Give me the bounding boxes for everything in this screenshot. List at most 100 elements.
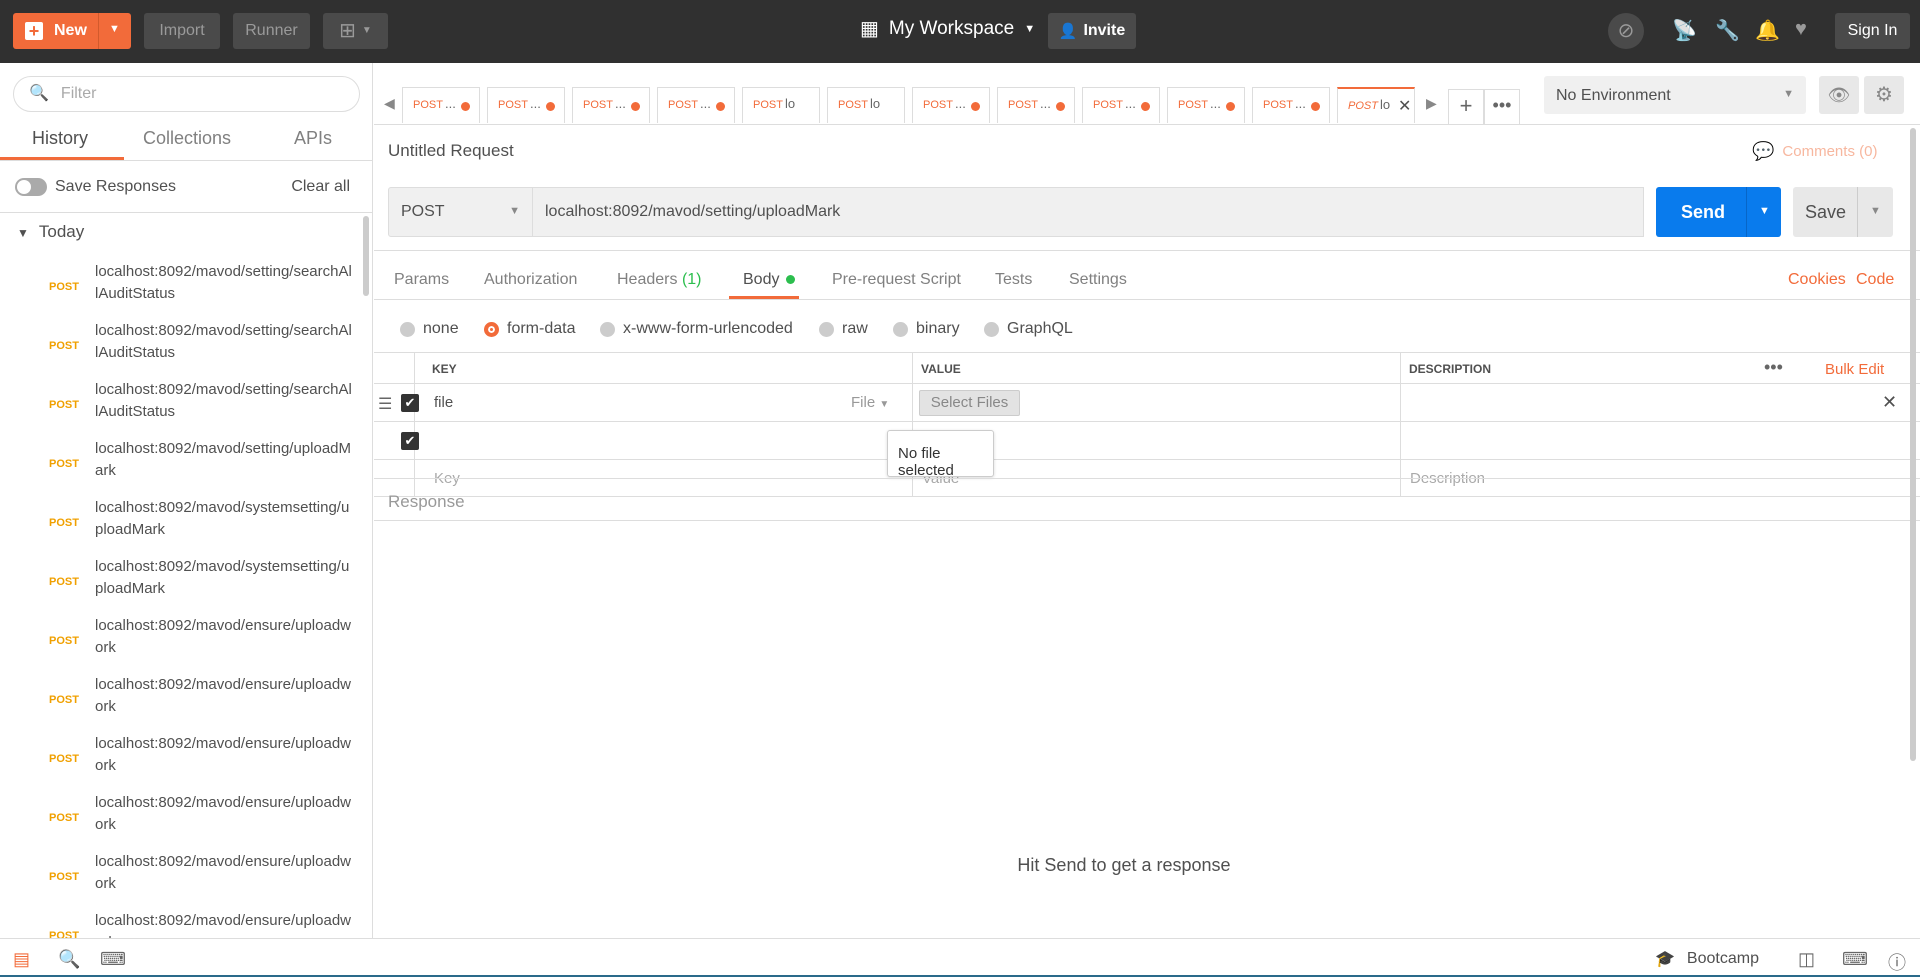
body-mode-urlencoded[interactable]: x-www-form-urlencoded bbox=[600, 320, 793, 338]
body-mode-binary[interactable]: binary bbox=[893, 320, 960, 338]
cookies-link[interactable]: Cookies bbox=[1788, 271, 1846, 289]
bulk-edit-link[interactable]: Bulk Edit bbox=[1825, 361, 1884, 378]
tab-settings[interactable]: Settings bbox=[1069, 271, 1127, 289]
history-group-today[interactable]: ▼ Today bbox=[17, 222, 84, 242]
request-tab[interactable]: POST... bbox=[1082, 87, 1160, 123]
close-icon[interactable]: ✕ bbox=[1882, 392, 1897, 413]
sign-in-button[interactable]: Sign In bbox=[1835, 13, 1910, 49]
list-item[interactable]: POST localhost:8092/mavod/setting/searchA… bbox=[0, 318, 360, 377]
tab-apis[interactable]: APIs bbox=[294, 128, 332, 149]
runner-button[interactable]: Runner bbox=[233, 13, 310, 49]
request-tab[interactable]: POST... bbox=[402, 87, 480, 123]
body-mode-none[interactable]: none bbox=[400, 320, 459, 338]
wrench-icon[interactable]: 🔧 bbox=[1715, 18, 1740, 43]
request-tab[interactable]: POST... bbox=[487, 87, 565, 123]
key-cell[interactable]: file bbox=[434, 394, 453, 411]
keyboard-icon[interactable]: ⌨ bbox=[1842, 949, 1868, 970]
graduation-cap-icon: 🎓 bbox=[1655, 951, 1675, 968]
list-item[interactable]: POST localhost:8092/mavod/setting/searchA… bbox=[0, 259, 360, 318]
request-tab[interactable]: POST... bbox=[572, 87, 650, 123]
tab-method: POST bbox=[1008, 99, 1038, 111]
filter-input[interactable]: 🔍 Filter bbox=[13, 76, 360, 112]
tab-headers[interactable]: Headers (1) bbox=[617, 271, 702, 289]
drag-handle-icon[interactable]: ☰ bbox=[378, 394, 392, 414]
find-icon[interactable]: 🔍 bbox=[58, 949, 80, 970]
list-item[interactable]: POST localhost:8092/mavod/systemsetting/u… bbox=[0, 495, 360, 554]
radio-selected-icon bbox=[484, 321, 499, 337]
environment-quick-look-button[interactable]: 👁 bbox=[1819, 76, 1859, 114]
tab-name: ... bbox=[700, 96, 711, 111]
comments-button[interactable]: 💬 Comments (0) bbox=[1752, 141, 1877, 162]
request-tab[interactable]: POST lo bbox=[827, 87, 905, 123]
list-item[interactable]: POST localhost:8092/mavod/ensure/uploadwo… bbox=[0, 613, 360, 672]
import-button[interactable]: Import bbox=[144, 13, 220, 49]
list-item[interactable]: POST localhost:8092/mavod/systemsetting/u… bbox=[0, 554, 360, 613]
status-bar: ▤ 🔍 ⌨ 🎓 Bootcamp ◫ ⌨ ⓘ bbox=[0, 938, 1920, 977]
request-tab[interactable]: POST... bbox=[1252, 87, 1330, 123]
radio-icon bbox=[400, 321, 415, 337]
workspace-selector[interactable]: ▦ My Workspace ▼ bbox=[860, 18, 1035, 40]
url-input[interactable]: localhost:8092/mavod/setting/uploadMark bbox=[532, 187, 1644, 237]
main-scrollbar[interactable] bbox=[1910, 128, 1916, 761]
help-icon[interactable]: ⓘ bbox=[1888, 949, 1906, 975]
scroll-right-icon[interactable]: ▶ bbox=[1426, 95, 1437, 112]
list-item[interactable]: POST localhost:8092/mavod/ensure/uploadwo… bbox=[0, 849, 360, 908]
new-button[interactable]: + New ▼ bbox=[13, 13, 131, 49]
tab-collections[interactable]: Collections bbox=[143, 128, 231, 149]
list-item[interactable]: POST localhost:8092/mavod/ensure/uploadwo… bbox=[0, 790, 360, 849]
request-tab[interactable]: POST... bbox=[912, 87, 990, 123]
clear-all-button[interactable]: Clear all bbox=[291, 178, 350, 196]
environment-select[interactable]: No Environment ▼ bbox=[1544, 76, 1806, 114]
console-icon[interactable]: ⌨ bbox=[100, 949, 126, 970]
sync-off-icon[interactable]: ⊘ bbox=[1608, 13, 1644, 49]
new-tab-button[interactable]: + bbox=[1448, 89, 1484, 125]
heart-icon[interactable]: ♥ bbox=[1795, 18, 1807, 41]
chevron-down-icon[interactable]: ▼ bbox=[1759, 205, 1770, 217]
chevron-down-icon[interactable]: ▼ bbox=[109, 23, 120, 35]
sidebar-toggle-icon[interactable]: ▤ bbox=[13, 949, 30, 970]
tab-authorization[interactable]: Authorization bbox=[484, 271, 577, 289]
layout-icon[interactable]: ◫ bbox=[1798, 949, 1815, 970]
list-item[interactable]: POST localhost:8092/mavod/ensure/uploadwo… bbox=[0, 731, 360, 790]
more-tabs-button[interactable]: ••• bbox=[1484, 89, 1520, 125]
close-icon[interactable]: ✕ bbox=[1398, 96, 1411, 116]
type-select[interactable]: File ▼ bbox=[851, 394, 889, 411]
sidebar-scrollbar[interactable] bbox=[363, 216, 369, 296]
scroll-left-icon[interactable]: ◀ bbox=[384, 95, 395, 112]
tab-pre-request-script[interactable]: Pre-request Script bbox=[832, 271, 961, 289]
select-files-button[interactable]: Select Files bbox=[919, 390, 1020, 416]
send-button[interactable]: Send ▼ bbox=[1656, 187, 1781, 237]
request-tab[interactable]: POST lo bbox=[742, 87, 820, 123]
row-checkbox[interactable]: ✔ bbox=[401, 432, 419, 450]
satellite-icon[interactable]: 📡 bbox=[1672, 18, 1697, 43]
request-title[interactable]: Untitled Request bbox=[388, 141, 514, 161]
ellipsis-icon[interactable]: ••• bbox=[1764, 357, 1783, 378]
row-checkbox[interactable]: ✔ bbox=[401, 394, 419, 412]
chevron-down-icon[interactable]: ▼ bbox=[1870, 205, 1881, 217]
tab-tests[interactable]: Tests bbox=[995, 271, 1032, 289]
request-tab[interactable]: POST... bbox=[1167, 87, 1245, 123]
method-select[interactable]: POST ▼ bbox=[388, 187, 533, 237]
new-window-button[interactable]: ⊞ ▼ bbox=[323, 13, 388, 49]
request-tab[interactable]: POST... bbox=[997, 87, 1075, 123]
request-tab[interactable]: POST... bbox=[657, 87, 735, 123]
tab-method: POST bbox=[583, 99, 613, 111]
request-tab-active[interactable]: POST lo ✕ bbox=[1337, 87, 1415, 123]
list-item[interactable]: POST localhost:8092/mavod/setting/searchA… bbox=[0, 377, 360, 436]
tab-body[interactable]: Body bbox=[743, 271, 796, 289]
tab-params[interactable]: Params bbox=[394, 271, 449, 289]
body-mode-raw[interactable]: raw bbox=[819, 320, 868, 338]
body-mode-graphql[interactable]: GraphQL bbox=[984, 320, 1073, 338]
list-item[interactable]: POST localhost:8092/mavod/ensure/uploadwo… bbox=[0, 672, 360, 731]
tab-history[interactable]: History bbox=[32, 128, 88, 149]
headers-count: (1) bbox=[681, 271, 702, 288]
manage-environments-button[interactable]: ⚙ bbox=[1864, 76, 1904, 114]
invite-button[interactable]: 👤 Invite bbox=[1048, 13, 1136, 49]
save-responses-toggle[interactable] bbox=[15, 178, 47, 196]
list-item[interactable]: POST localhost:8092/mavod/setting/uploadM… bbox=[0, 436, 360, 495]
bootcamp-button[interactable]: 🎓 Bootcamp bbox=[1655, 949, 1759, 969]
code-link[interactable]: Code bbox=[1856, 271, 1894, 289]
bell-icon[interactable]: 🔔 bbox=[1755, 18, 1780, 43]
body-mode-form-data[interactable]: form-data bbox=[484, 320, 575, 338]
save-button[interactable]: Save ▼ bbox=[1793, 187, 1893, 237]
